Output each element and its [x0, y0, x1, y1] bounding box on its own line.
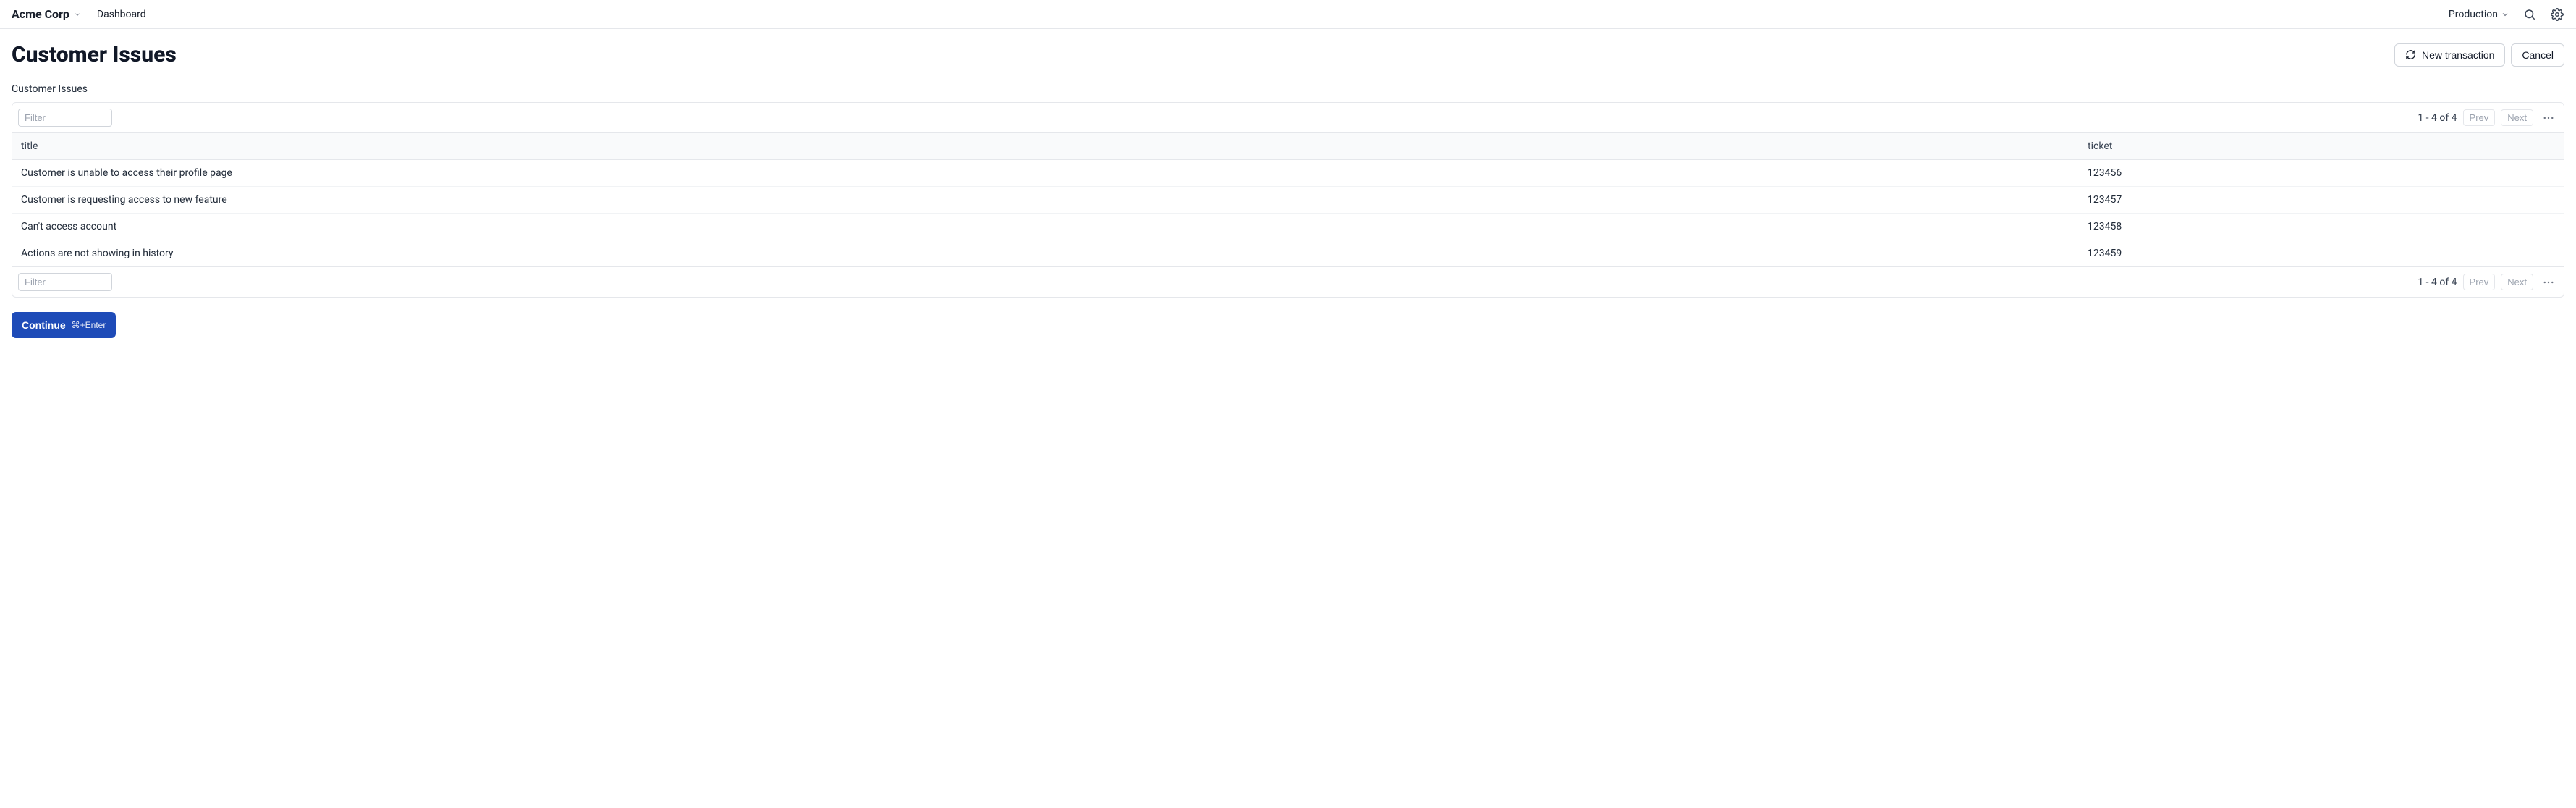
cancel-label: Cancel — [2522, 49, 2554, 61]
more-menu-top[interactable] — [2539, 110, 2558, 126]
more-menu-bottom[interactable] — [2539, 274, 2558, 290]
gear-icon — [2551, 8, 2564, 21]
caret-down-icon — [74, 11, 81, 18]
page-title: Customer Issues — [12, 42, 177, 67]
column-header-ticket[interactable]: ticket — [2079, 133, 2564, 160]
search-button[interactable] — [2522, 7, 2537, 22]
env-selector[interactable]: Production — [2449, 9, 2509, 20]
table-toolbar-bottom: 1 - 4 of 4 Prev Next — [12, 267, 2564, 297]
topbar-right: Production — [2449, 7, 2564, 22]
page-actions: New transaction Cancel — [2394, 43, 2564, 67]
main: Customer Issues New transaction Cancel C… — [0, 29, 2576, 355]
filter-input-bottom[interactable] — [18, 273, 112, 291]
cell-title: Customer is unable to access their profi… — [12, 160, 2079, 187]
toolbar-right-bottom: 1 - 4 of 4 Prev Next — [2418, 274, 2558, 290]
ellipsis-icon — [2542, 276, 2555, 289]
next-button-top[interactable]: Next — [2501, 109, 2533, 126]
env-label: Production — [2449, 9, 2498, 20]
pagination-range-bottom: 1 - 4 of 4 — [2418, 277, 2457, 288]
page-header: Customer Issues New transaction Cancel — [12, 42, 2564, 67]
cell-ticket: 123459 — [2079, 240, 2564, 267]
prev-button-top[interactable]: Prev — [2463, 109, 2496, 126]
pagination-range-top: 1 - 4 of 4 — [2418, 112, 2457, 124]
continue-label: Continue — [22, 319, 66, 331]
continue-shortcut: ⌘+Enter — [72, 320, 106, 330]
org-selector[interactable]: Acme Corp — [12, 7, 81, 21]
ellipsis-icon — [2542, 111, 2555, 125]
table-row[interactable]: Can't access account 123458 — [12, 214, 2564, 240]
cell-ticket: 123456 — [2079, 160, 2564, 187]
search-icon — [2523, 8, 2536, 21]
issues-panel: 1 - 4 of 4 Prev Next title ticket C — [12, 102, 2564, 298]
prev-button-bottom[interactable]: Prev — [2463, 274, 2496, 290]
chevron-down-icon — [2501, 10, 2509, 19]
column-header-title[interactable]: title — [12, 133, 2079, 160]
new-transaction-button[interactable]: New transaction — [2394, 43, 2505, 67]
cell-title: Can't access account — [12, 214, 2079, 240]
topbar-left: Acme Corp Dashboard — [12, 7, 146, 21]
toolbar-right-top: 1 - 4 of 4 Prev Next — [2418, 109, 2558, 126]
table-toolbar-top: 1 - 4 of 4 Prev Next — [12, 103, 2564, 132]
settings-button[interactable] — [2550, 7, 2564, 22]
nav-dashboard[interactable]: Dashboard — [97, 9, 146, 20]
org-name: Acme Corp — [12, 7, 69, 21]
section-label: Customer Issues — [12, 83, 2564, 95]
cell-title: Actions are not showing in history — [12, 240, 2079, 267]
cell-title: Customer is requesting access to new fea… — [12, 187, 2079, 214]
issues-table: title ticket Customer is unable to acces… — [12, 132, 2564, 267]
next-button-bottom[interactable]: Next — [2501, 274, 2533, 290]
topbar: Acme Corp Dashboard Production — [0, 0, 2576, 29]
cell-ticket: 123458 — [2079, 214, 2564, 240]
cell-ticket: 123457 — [2079, 187, 2564, 214]
table-header-row: title ticket — [12, 133, 2564, 160]
refresh-icon — [2405, 49, 2416, 60]
continue-button[interactable]: Continue ⌘+Enter — [12, 312, 116, 338]
cancel-button[interactable]: Cancel — [2511, 43, 2564, 67]
new-transaction-label: New transaction — [2422, 49, 2494, 61]
table-row[interactable]: Actions are not showing in history 12345… — [12, 240, 2564, 267]
table-row[interactable]: Customer is unable to access their profi… — [12, 160, 2564, 187]
table-row[interactable]: Customer is requesting access to new fea… — [12, 187, 2564, 214]
filter-input-top[interactable] — [18, 109, 112, 127]
